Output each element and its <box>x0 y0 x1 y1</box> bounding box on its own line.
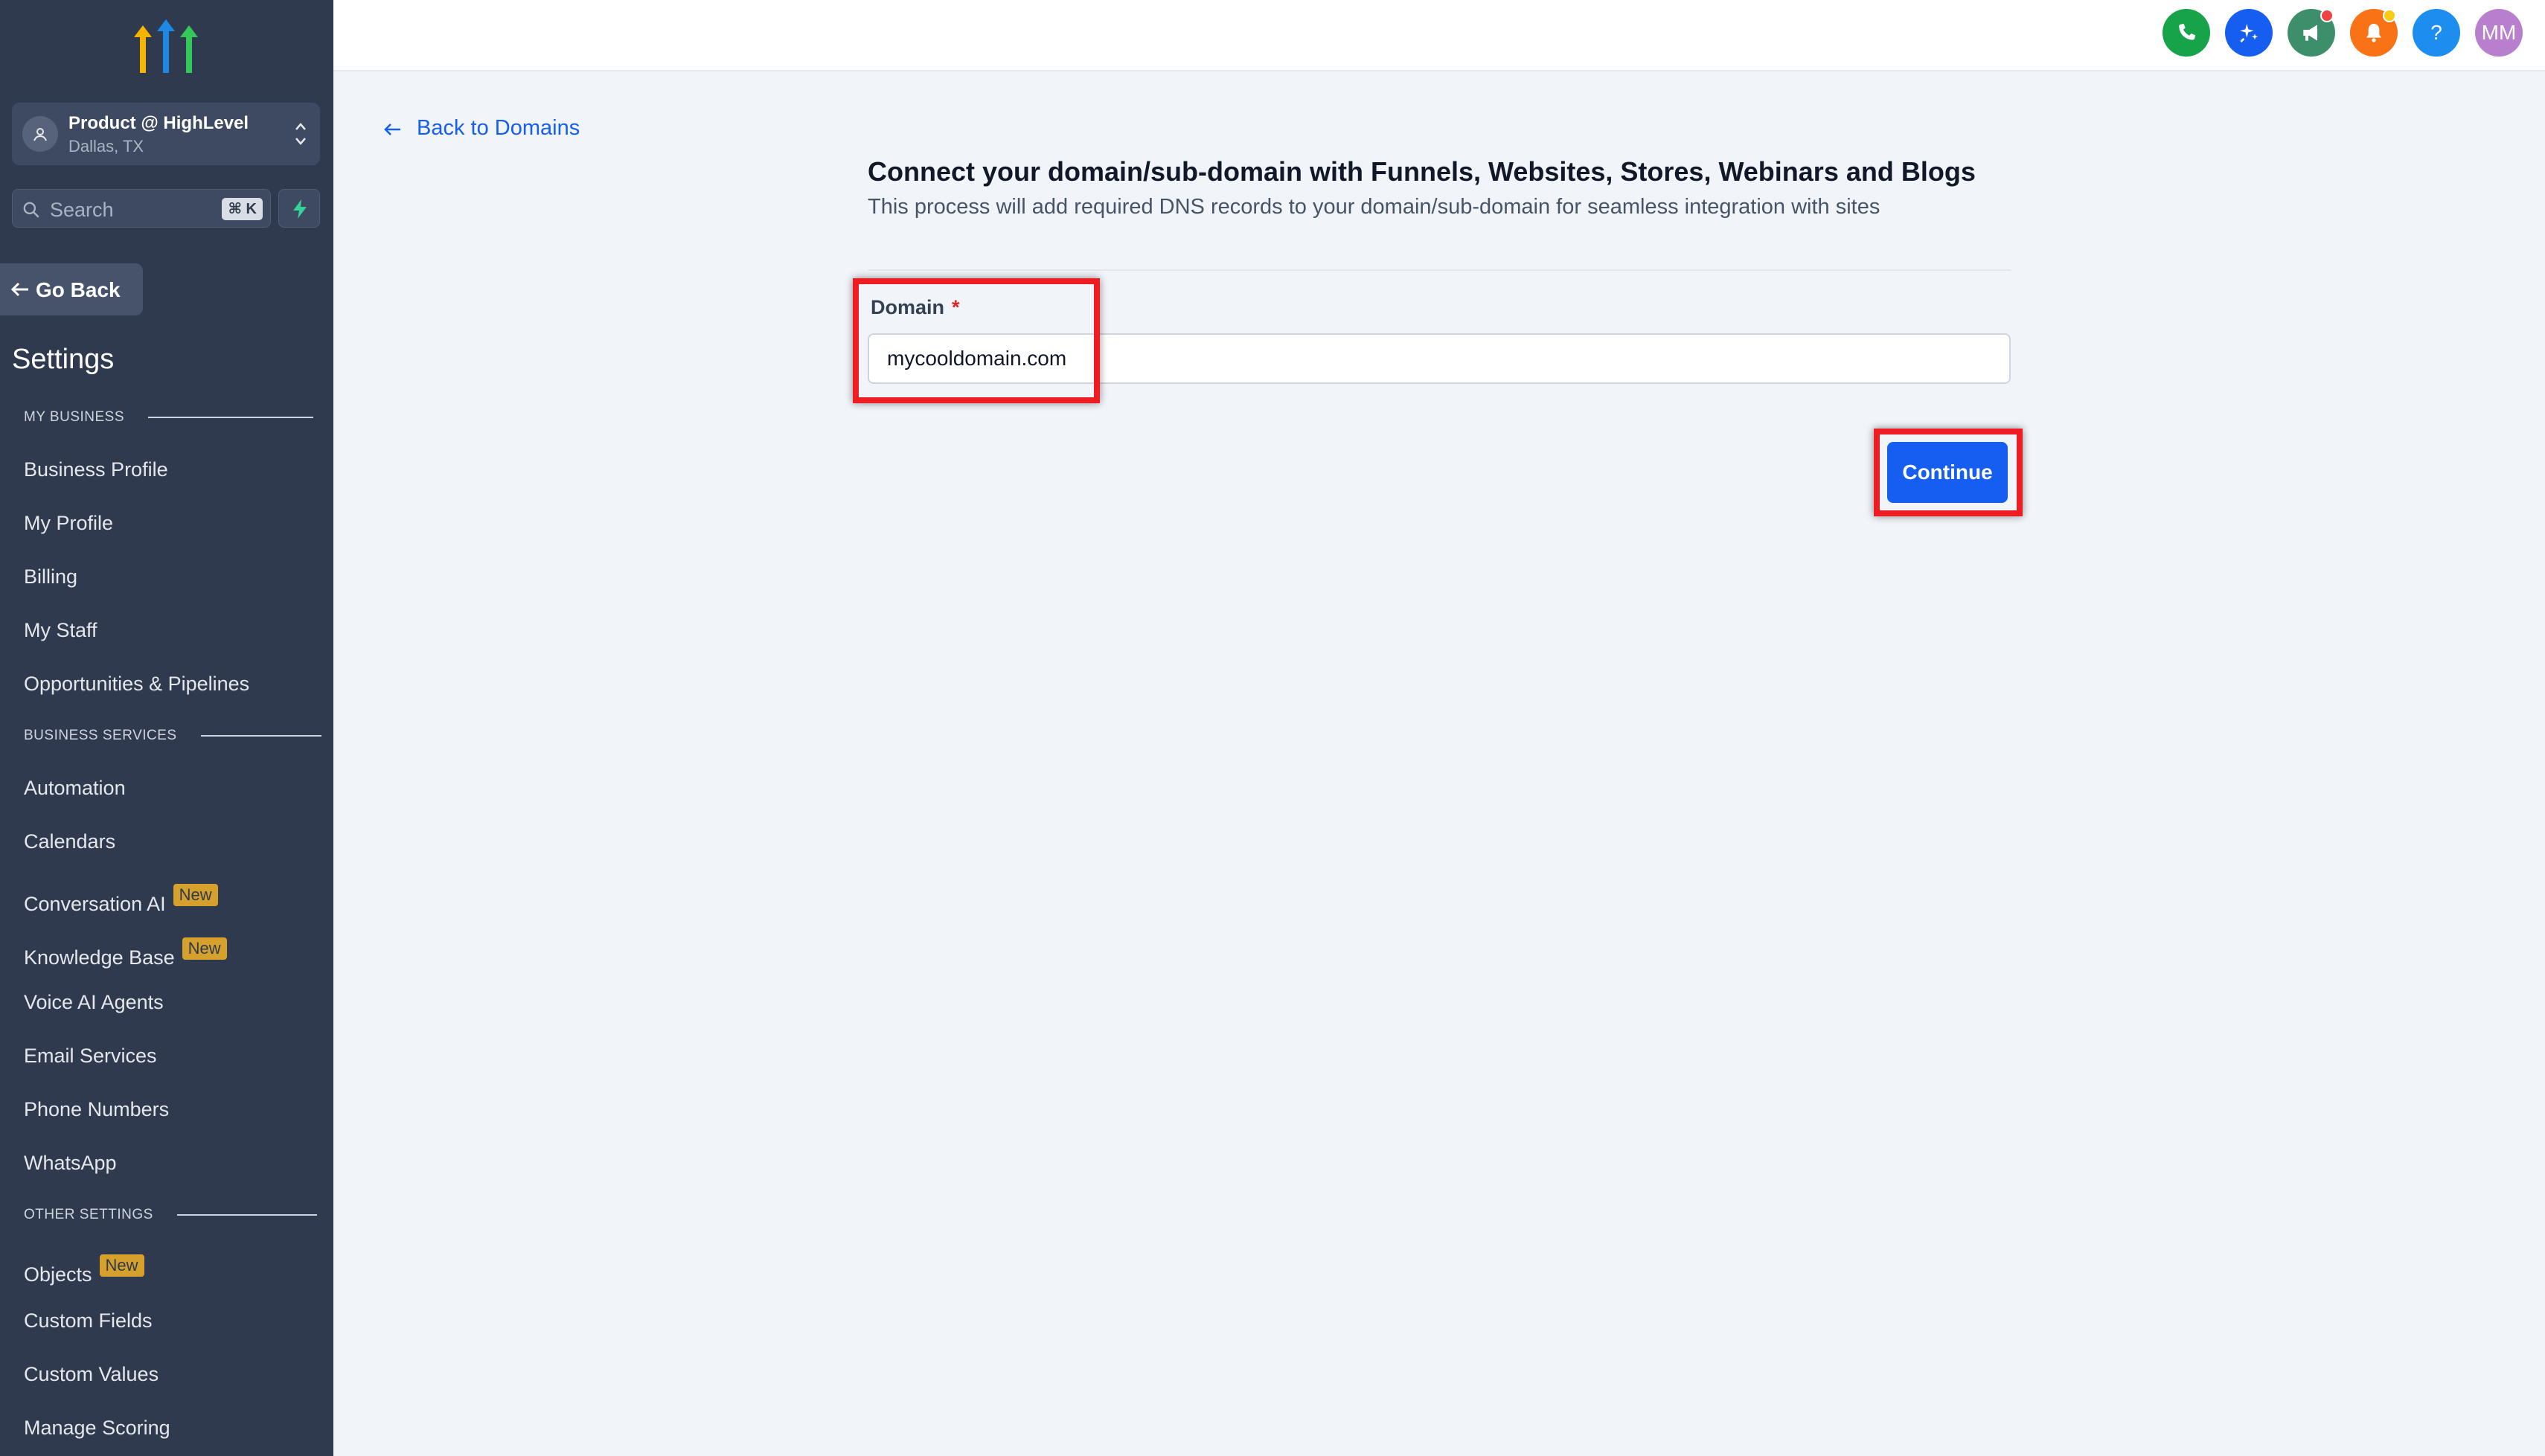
megaphone-icon <box>2303 25 2317 41</box>
account-avatar <box>22 116 58 152</box>
go-back-label: Go Back <box>36 278 121 301</box>
search-icon <box>23 202 39 218</box>
lightning-icon <box>293 199 307 219</box>
sidebar-item-email-services[interactable]: Email Services <box>24 1045 157 1068</box>
notification-dot <box>2383 9 2396 22</box>
section-divider <box>200 735 321 737</box>
chevron-up-down-icon <box>295 123 306 145</box>
sidebar-item-my-staff[interactable]: My Staff <box>24 619 97 642</box>
go-back-button[interactable]: Go Back <box>0 263 143 315</box>
sidebar-search[interactable]: Search ⌘ K <box>12 189 271 228</box>
sidebar-item-conversation-ai[interactable]: Conversation AI New <box>24 884 218 916</box>
avatar-initials: MM <box>2481 21 2517 44</box>
settings-title: Settings <box>12 344 115 375</box>
account-name: Product @ HighLevel <box>68 113 249 133</box>
arrow-left-icon <box>384 124 400 135</box>
user-avatar[interactable]: MM <box>2475 9 2523 57</box>
section-other-settings: OTHER SETTINGS <box>24 1207 317 1223</box>
divider <box>868 269 2011 271</box>
account-switcher[interactable]: Product @ HighLevel Dallas, TX <box>12 103 320 165</box>
help-icon: ? <box>2430 21 2442 44</box>
page-subtitle: This process will add required DNS recor… <box>868 195 1880 219</box>
sidebar-item-phone-numbers[interactable]: Phone Numbers <box>24 1098 169 1121</box>
new-badge: New <box>182 937 227 960</box>
help-button[interactable]: ? <box>2413 9 2460 57</box>
highlight-box-domain <box>853 278 1100 403</box>
highlight-box-continue <box>1874 429 2023 516</box>
sidebar-item-opportunities-pipelines[interactable]: Opportunities & Pipelines <box>24 673 249 696</box>
back-link-label: Back to Domains <box>417 116 580 140</box>
sidebar-item-voice-ai-agents[interactable]: Voice AI Agents <box>24 991 164 1014</box>
sidebar-item-manage-scoring[interactable]: Manage Scoring <box>24 1417 170 1440</box>
section-business-services: BUSINESS SERVICES <box>24 728 321 744</box>
sidebar: Product @ HighLevel Dallas, TX Search ⌘ … <box>0 0 333 1456</box>
sidebar-item-custom-fields[interactable]: Custom Fields <box>24 1309 153 1332</box>
notifications-button[interactable] <box>2350 9 2398 57</box>
location-icon <box>33 128 47 141</box>
sidebar-item-whatsapp[interactable]: WhatsApp <box>24 1152 117 1175</box>
phone-button[interactable] <box>2163 9 2210 57</box>
sidebar-item-billing[interactable]: Billing <box>24 565 77 589</box>
quick-actions-button[interactable] <box>278 189 320 228</box>
section-my-business: MY BUSINESS <box>24 409 314 426</box>
sidebar-item-automation[interactable]: Automation <box>24 777 126 800</box>
new-badge: New <box>173 884 218 906</box>
sidebar-item-knowledge-base[interactable]: Knowledge Base New <box>24 937 227 969</box>
search-placeholder: Search <box>50 199 114 221</box>
notification-dot <box>2320 9 2334 22</box>
sidebar-item-my-profile[interactable]: My Profile <box>24 512 113 535</box>
account-location: Dallas, TX <box>68 137 144 155</box>
bell-icon <box>2366 24 2381 42</box>
announcements-button[interactable] <box>2288 9 2335 57</box>
sparkle-icon <box>2240 24 2258 42</box>
sidebar-item-calendars[interactable]: Calendars <box>24 830 115 853</box>
section-divider <box>176 1214 317 1216</box>
new-badge: New <box>99 1254 144 1277</box>
sidebar-item-custom-values[interactable]: Custom Values <box>24 1363 159 1386</box>
section-divider <box>148 417 314 418</box>
sidebar-item-business-profile[interactable]: Business Profile <box>24 458 168 481</box>
arrow-left-icon <box>10 282 28 297</box>
ai-assistant-button[interactable] <box>2225 9 2273 57</box>
sidebar-item-objects[interactable]: Objects New <box>24 1254 144 1286</box>
search-shortcut: ⌘ K <box>222 198 263 220</box>
app-logo[interactable] <box>132 18 199 77</box>
top-bar: ? MM <box>333 0 2545 71</box>
phone-icon <box>2179 24 2195 40</box>
page-title: Connect your domain/sub-domain with Funn… <box>868 156 1976 187</box>
logo-icon <box>134 19 198 73</box>
